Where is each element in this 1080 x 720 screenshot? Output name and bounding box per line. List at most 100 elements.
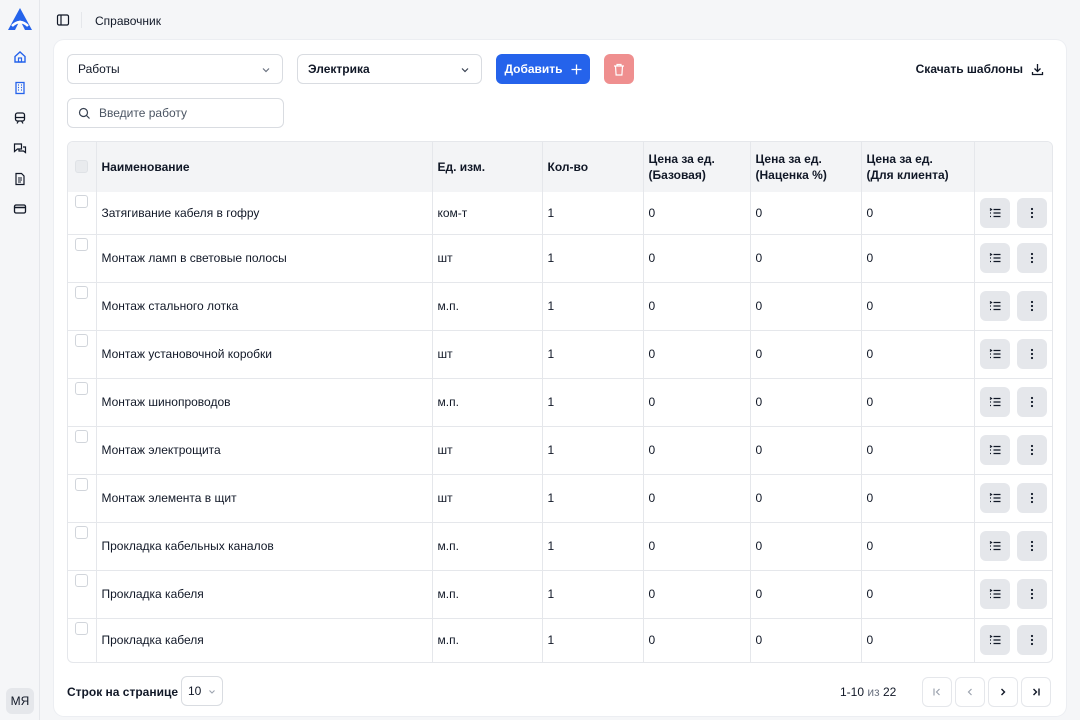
- row-checkbox[interactable]: [75, 525, 89, 539]
- more-button[interactable]: [1016, 625, 1047, 656]
- table-cell: шт: [432, 330, 543, 378]
- details-button[interactable]: [979, 579, 1010, 609]
- row-checkbox[interactable]: [75, 195, 89, 208]
- more-vertical-icon: [1030, 635, 1033, 646]
- list-icon: [989, 349, 1001, 359]
- plus-icon: [571, 64, 582, 74]
- details-button[interactable]: [979, 625, 1010, 656]
- table-cell: Монтаж стального лотка: [96, 282, 433, 330]
- building-icon[interactable]: [11, 79, 29, 97]
- column-header[interactable]: Наименование: [96, 142, 433, 192]
- table-row[interactable]: Монтаж ламп в световые полосы шт 1 0 0 0: [68, 234, 1052, 282]
- details-button[interactable]: [979, 435, 1010, 465]
- last-page-button[interactable]: [1021, 677, 1051, 707]
- details-button[interactable]: [979, 243, 1010, 273]
- select-all-checkbox[interactable]: [75, 160, 89, 173]
- table-row[interactable]: Монтаж установочной коробки шт 1 0 0 0: [68, 330, 1052, 378]
- details-button[interactable]: [979, 339, 1010, 369]
- delete-button[interactable]: [604, 54, 634, 84]
- card-icon[interactable]: [11, 200, 29, 218]
- row-checkbox[interactable]: [75, 381, 89, 395]
- details-button[interactable]: [979, 197, 1010, 228]
- table-cell: Затягивание кабеля в гофру: [96, 192, 433, 234]
- avatar[interactable]: МЯ: [6, 688, 34, 714]
- more-button[interactable]: [1016, 243, 1047, 273]
- details-button[interactable]: [979, 483, 1010, 513]
- first-page-button[interactable]: [922, 677, 952, 707]
- more-button[interactable]: [1016, 197, 1047, 228]
- more-button[interactable]: [1016, 435, 1047, 465]
- table-header: Наименование Ед. изм. Кол-во Цена за ед.…: [68, 142, 1052, 192]
- table-cell: 0: [643, 234, 751, 282]
- list-icon: [989, 253, 1001, 263]
- row-checkbox[interactable]: [75, 285, 89, 299]
- sidebar: МЯ: [0, 0, 40, 720]
- table-cell: 0: [861, 330, 975, 378]
- chevron-down-icon: [461, 68, 469, 73]
- table-cell: Монтаж установочной коробки: [96, 330, 433, 378]
- table-row[interactable]: Монтаж шинопроводов м.п. 1 0 0 0: [68, 378, 1052, 426]
- home-icon[interactable]: [11, 48, 29, 66]
- document-icon[interactable]: [11, 170, 29, 188]
- download-templates-button[interactable]: Скачать шаблоны: [916, 62, 1044, 76]
- search-icon: [78, 107, 90, 119]
- table-row[interactable]: Монтаж электрощита шт 1 0 0 0: [68, 426, 1052, 474]
- table-row[interactable]: Монтаж стального лотка м.п. 1 0 0 0: [68, 282, 1052, 330]
- rows-per-page-label: Строк на странице: [67, 685, 179, 699]
- row-checkbox[interactable]: [75, 573, 89, 587]
- table-cell: 0: [643, 192, 751, 234]
- chat-icon[interactable]: [11, 140, 29, 158]
- row-checkbox[interactable]: [75, 237, 89, 251]
- type-select-value: Работы: [78, 62, 120, 76]
- row-checkbox[interactable]: [75, 477, 89, 491]
- search-input[interactable]: [99, 106, 269, 120]
- sidebar-toggle-icon[interactable]: [55, 12, 71, 28]
- table-cell: 0: [750, 522, 862, 570]
- row-checkbox[interactable]: [75, 621, 89, 635]
- category-select[interactable]: Электрика: [297, 54, 482, 84]
- row-checkbox[interactable]: [75, 333, 89, 347]
- table-cell: 0: [750, 474, 862, 522]
- rows-per-page-select[interactable]: 10: [181, 676, 223, 706]
- more-button[interactable]: [1016, 483, 1047, 513]
- table-cell: 1: [542, 330, 644, 378]
- column-header[interactable]: Цена за ед. (Базовая): [643, 142, 751, 192]
- type-select[interactable]: Работы: [67, 54, 283, 84]
- table-row[interactable]: Прокладка кабельных каналов м.п. 1 0 0 0: [68, 522, 1052, 570]
- table-row[interactable]: Затягивание кабеля в гофру ком-т 1 0 0 0: [68, 192, 1052, 234]
- add-button[interactable]: Добавить: [496, 54, 590, 84]
- details-button[interactable]: [979, 531, 1010, 561]
- column-header[interactable]: Цена за ед. (Наценка %): [750, 142, 862, 192]
- more-vertical-icon: [1030, 396, 1033, 408]
- table-row[interactable]: Прокладка кабеля м.п. 1 0 0 0: [68, 618, 1052, 662]
- chevron-right-icon: [1001, 688, 1006, 696]
- table-cell: Монтаж элемента в щит: [96, 474, 433, 522]
- table-cell: Прокладка кабеля: [96, 618, 433, 662]
- prev-page-button[interactable]: [955, 677, 985, 707]
- table-row[interactable]: Прокладка кабеля м.п. 1 0 0 0: [68, 570, 1052, 618]
- table-cell: 1: [542, 474, 644, 522]
- column-header[interactable]: Цена за ед. (Для клиента): [861, 142, 975, 192]
- details-button[interactable]: [979, 387, 1010, 417]
- download-label: Скачать шаблоны: [915, 62, 1023, 76]
- table-cell: 1: [542, 426, 644, 474]
- list-icon: [989, 301, 1001, 311]
- more-button[interactable]: [1016, 579, 1047, 609]
- more-button[interactable]: [1016, 339, 1047, 369]
- list-icon: [989, 397, 1001, 407]
- details-button[interactable]: [979, 291, 1010, 321]
- column-header[interactable]: Ед. изм.: [432, 142, 543, 192]
- more-button[interactable]: [1016, 531, 1047, 561]
- more-button[interactable]: [1016, 387, 1047, 417]
- train-icon[interactable]: [11, 109, 29, 127]
- logo-icon[interactable]: [6, 6, 34, 32]
- search-field[interactable]: [67, 98, 284, 128]
- column-header[interactable]: Кол-во: [542, 142, 644, 192]
- row-checkbox[interactable]: [75, 429, 89, 443]
- table-cell: м.п.: [432, 618, 543, 662]
- table-cell: 0: [861, 570, 975, 618]
- actions-header: [974, 142, 1052, 192]
- next-page-button[interactable]: [988, 677, 1018, 707]
- table-row[interactable]: Монтаж элемента в щит шт 1 0 0 0: [68, 474, 1052, 522]
- more-button[interactable]: [1016, 291, 1047, 321]
